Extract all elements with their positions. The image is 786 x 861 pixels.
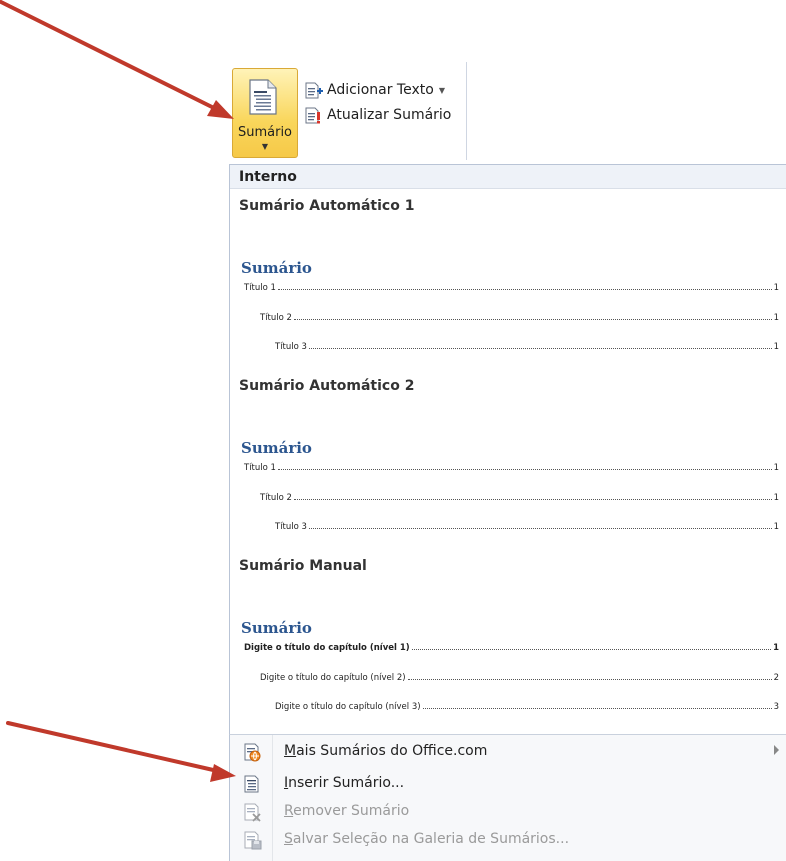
menu-item-label: Inserir Sumário... <box>284 775 404 791</box>
section-header-label: Interno <box>239 169 297 185</box>
toc-line-page: 1 <box>773 342 779 352</box>
toc-line-page: 1 <box>773 643 779 653</box>
toc-line-text: Digite o título do capítulo (nível 2) <box>260 673 406 683</box>
toc-line-level-1: Digite o título do capítulo (nível 1) 1 <box>244 639 779 653</box>
preset-title: Sumário Automático 2 <box>239 378 415 394</box>
toc-line-level-3: Título 3 1 <box>275 518 779 532</box>
toc-line-page: 1 <box>773 522 779 532</box>
toc-line-level-1: Título 1 1 <box>244 279 779 293</box>
toc-line-level-2: Título 2 1 <box>260 489 779 503</box>
dot-leader <box>308 347 772 349</box>
ribbon-separator <box>466 62 467 160</box>
sumario-button[interactable]: Sumário ▼ <box>232 68 298 158</box>
menu-label-rest: nserir Sumário... <box>288 775 405 791</box>
dot-leader <box>407 678 772 680</box>
dot-leader <box>277 468 772 470</box>
remove-toc-icon <box>244 803 261 822</box>
preset-automatico-2[interactable]: Sumário Automático 2 Sumário Título 1 1 T… <box>230 378 786 558</box>
dot-leader <box>293 498 772 500</box>
menu-accel-key: R <box>284 803 294 819</box>
insert-toc-icon <box>244 775 259 793</box>
menu-accel-key: S <box>284 831 293 847</box>
arrow-to-sumario-icon <box>0 0 234 119</box>
menu-item-label: Mais Sumários do Office.com <box>284 743 487 759</box>
chevron-down-icon: ▼ <box>438 85 445 95</box>
office-com-icon <box>244 743 261 762</box>
toc-line-text: Digite o título do capítulo (nível 3) <box>275 702 421 712</box>
toc-line-text: Título 1 <box>244 283 276 293</box>
toc-line-text: Título 3 <box>275 522 307 532</box>
preset-title: Sumário Manual <box>239 558 367 574</box>
arrow-to-insert-toc-icon <box>6 721 236 782</box>
add-text-label: Adicionar Texto <box>327 82 434 98</box>
dot-leader <box>308 527 772 529</box>
menu-label-rest: alvar Seleção na Galeria de Sumários... <box>292 831 570 847</box>
dot-leader <box>293 318 772 320</box>
dot-leader <box>277 288 772 290</box>
toc-line-page: 2 <box>773 673 779 683</box>
update-toc-icon <box>305 107 320 123</box>
preset-heading: Sumário <box>241 259 312 277</box>
update-toc-label: Atualizar Sumário <box>327 107 452 123</box>
menu-item-insert-toc[interactable]: Inserir Sumário... <box>230 769 786 797</box>
menu-item-more-office-com[interactable]: Mais Sumários do Office.com <box>230 737 786 765</box>
toc-line-text: Título 2 <box>260 313 292 323</box>
preset-heading: Sumário <box>241 439 312 457</box>
submenu-arrow-icon <box>774 745 779 755</box>
toc-line-level-3: Digite o título do capítulo (nível 3) 3 <box>275 698 779 712</box>
update-toc-button[interactable]: Atualizar Sumário <box>305 105 451 125</box>
toc-line-page: 1 <box>773 313 779 323</box>
menu-item-label: Salvar Seleção na Galeria de Sumários... <box>284 831 569 847</box>
menu-label-rest: ais Sumários do Office.com <box>296 743 488 759</box>
preset-heading: Sumário <box>241 619 312 637</box>
sumario-button-label: Sumário <box>237 125 293 140</box>
preset-automatico-1[interactable]: Sumário Automático 1 Sumário Título 1 1 T… <box>230 198 786 378</box>
dot-leader <box>422 707 772 709</box>
preset-manual[interactable]: Sumário Manual Sumário Digite o título d… <box>230 558 786 738</box>
toc-line-page: 3 <box>773 702 779 712</box>
dropdown-caret-icon: ▼ <box>261 142 269 151</box>
toc-line-text: Título 3 <box>275 342 307 352</box>
toc-document-icon <box>249 79 277 115</box>
menu-label-rest: emover Sumário <box>293 803 410 819</box>
save-selection-icon <box>244 831 262 850</box>
add-text-icon <box>305 82 323 98</box>
toc-line-page: 1 <box>773 493 779 503</box>
toc-dropdown-menu: Mais Sumários do Office.com Inserir Sumá… <box>229 734 786 861</box>
toc-line-level-1: Título 1 1 <box>244 459 779 473</box>
menu-item-remove-toc[interactable]: Remover Sumário <box>230 797 786 825</box>
preset-title: Sumário Automático 1 <box>239 198 415 214</box>
toc-line-page: 1 <box>773 283 779 293</box>
dot-leader <box>411 648 772 650</box>
menu-item-label: Remover Sumário <box>284 803 409 819</box>
add-text-button[interactable]: Adicionar Texto ▼ <box>305 80 445 100</box>
toc-gallery: Interno Sumário Automático 1 Sumário Tít… <box>229 164 786 735</box>
toc-line-level-2: Digite o título do capítulo (nível 2) 2 <box>260 669 779 683</box>
toc-line-level-2: Título 2 1 <box>260 309 779 323</box>
toc-line-page: 1 <box>773 463 779 473</box>
toc-line-text: Título 2 <box>260 493 292 503</box>
toc-line-text: Digite o título do capítulo (nível 1) <box>244 643 410 653</box>
section-header-interno: Interno <box>230 165 786 189</box>
menu-accel-key: M <box>284 743 297 759</box>
toc-line-text: Título 1 <box>244 463 276 473</box>
toc-line-level-3: Título 3 1 <box>275 338 779 352</box>
menu-item-save-selection[interactable]: Salvar Seleção na Galeria de Sumários... <box>230 825 786 853</box>
